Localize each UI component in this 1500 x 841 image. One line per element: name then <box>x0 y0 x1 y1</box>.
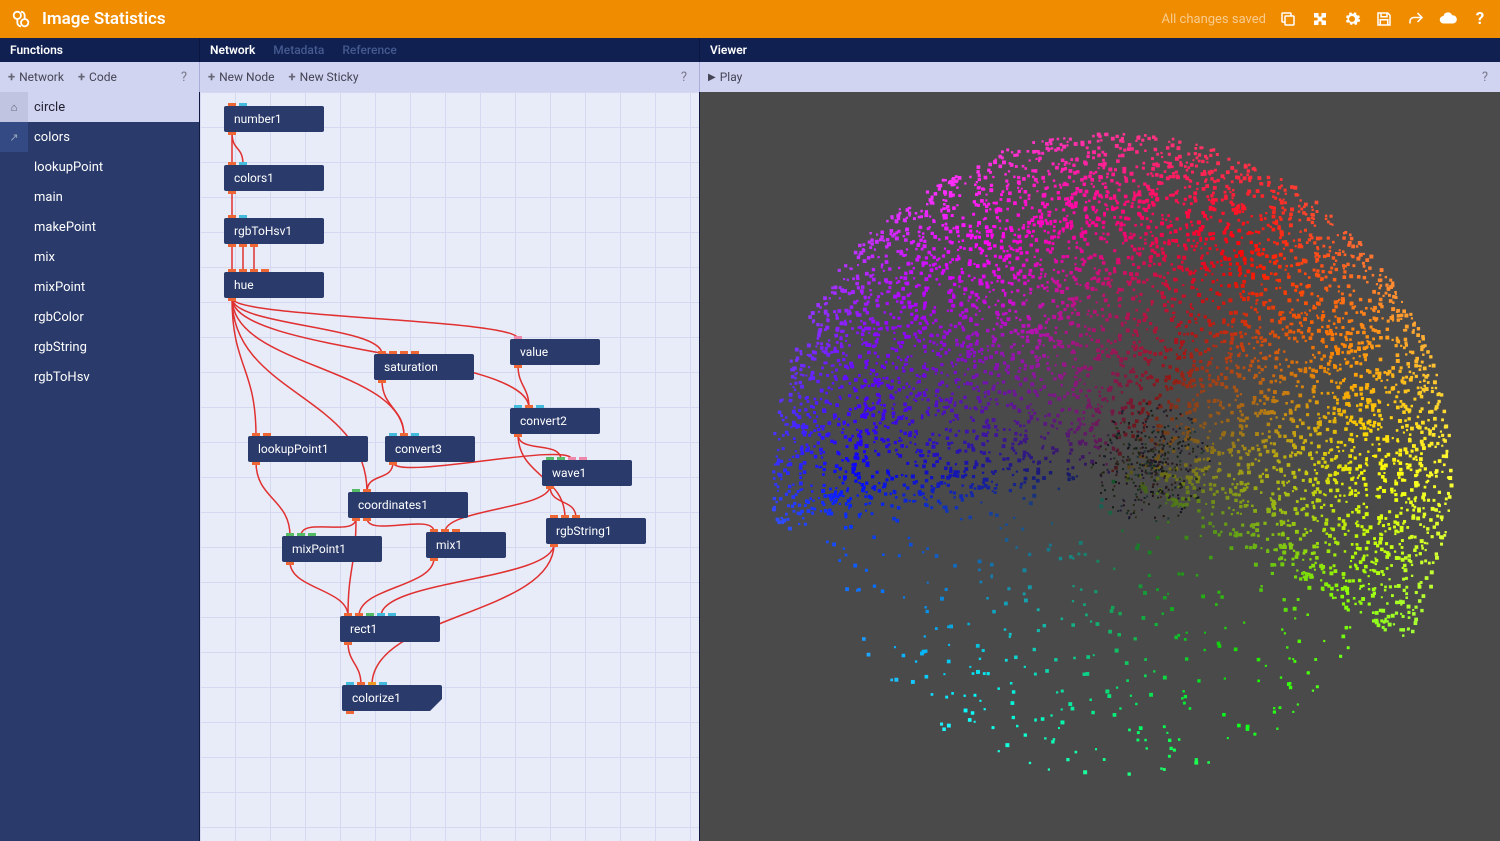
node-label: number1 <box>234 112 282 126</box>
node-label: colors1 <box>234 171 274 185</box>
node-label: wave1 <box>552 466 586 480</box>
app-title: Image Statistics <box>42 9 166 29</box>
save-icon[interactable] <box>1374 9 1394 29</box>
functions-panel: ⌂ circle ↗ colors lookupPoint main makePoint mi… <box>0 92 200 841</box>
function-label: main <box>34 190 63 205</box>
tab-metadata[interactable]: Metadata <box>273 43 324 57</box>
function-item-circle[interactable]: ⌂ circle <box>0 92 199 122</box>
node-label: value <box>520 345 548 359</box>
plus-icon: + <box>208 70 215 85</box>
function-label: rgbColor <box>34 310 84 325</box>
function-item-rgbString[interactable]: rgbString <box>0 332 199 362</box>
node-label: lookupPoint1 <box>258 442 329 456</box>
function-label: rgbToHsv <box>34 370 90 385</box>
node-colorize1[interactable]: colorize1 <box>342 685 442 711</box>
node-rect1[interactable]: rect1 <box>340 616 440 642</box>
function-label: colors <box>34 130 70 145</box>
function-item-makePoint[interactable]: makePoint <box>0 212 199 242</box>
node-hue[interactable]: hue <box>224 272 324 298</box>
node-convert2[interactable]: convert2 <box>510 408 600 434</box>
puzzle-icon[interactable] <box>1310 9 1330 29</box>
node-convert3[interactable]: convert3 <box>385 436 475 462</box>
function-label: lookupPoint <box>34 160 103 175</box>
function-item-rgbToHsv[interactable]: rgbToHsv <box>0 362 199 392</box>
function-label: mixPoint <box>34 280 85 295</box>
node-label: colorize1 <box>352 691 401 705</box>
node-rgbString1[interactable]: rgbString1 <box>546 518 646 544</box>
share-icon[interactable] <box>1406 9 1426 29</box>
function-item-mixPoint[interactable]: mixPoint <box>0 272 199 302</box>
node-label: coordinates1 <box>358 498 428 512</box>
plus-icon: + <box>8 70 15 85</box>
function-label: makePoint <box>34 220 96 235</box>
functions-list: ⌂ circle ↗ colors lookupPoint main makePoint mi… <box>0 92 199 392</box>
node-canvas: number1 colors1 rgbToHsv1 hue saturation valu… <box>200 92 699 841</box>
node-label: saturation <box>384 360 438 374</box>
node-label: convert3 <box>395 442 442 456</box>
header-actions: ? <box>1278 9 1490 29</box>
node-label: rgbString1 <box>556 524 612 538</box>
function-label: circle <box>34 100 65 115</box>
node-label: convert2 <box>520 414 567 428</box>
node-value[interactable]: value <box>510 339 600 365</box>
functions-help[interactable]: ? <box>177 70 191 85</box>
viewer-canvas <box>700 92 1500 841</box>
node-label: mixPoint1 <box>292 542 346 556</box>
function-item-lookupPoint[interactable]: lookupPoint <box>0 152 199 182</box>
plus-icon: + <box>289 70 296 85</box>
external-icon: ↗ <box>0 122 28 152</box>
node-colors1[interactable]: colors1 <box>224 165 324 191</box>
network-panel[interactable]: number1 colors1 rgbToHsv1 hue saturation valu… <box>200 92 700 841</box>
node-label: hue <box>234 278 254 292</box>
viewer-panel[interactable] <box>700 92 1500 841</box>
plus-icon: + <box>78 70 85 85</box>
help-icon[interactable]: ? <box>1470 9 1490 29</box>
panel-tabs: Functions Network Metadata Reference Vie… <box>0 38 1500 62</box>
saved-status: All changes saved <box>1162 12 1267 27</box>
node-label: rect1 <box>350 622 377 636</box>
node-rgbToHsv1[interactable]: rgbToHsv1 <box>224 218 324 244</box>
tab-viewer[interactable]: Viewer <box>710 43 747 57</box>
new-network-button[interactable]: +Network <box>8 70 64 85</box>
node-saturation[interactable]: saturation <box>374 354 474 380</box>
node-coordinates1[interactable]: coordinates1 <box>348 492 468 518</box>
toolbar: +Network +Code ? +New Node +New Sticky ?… <box>0 62 1500 92</box>
node-label: rgbToHsv1 <box>234 224 292 238</box>
function-label: rgbString <box>34 340 87 355</box>
network-help[interactable]: ? <box>677 70 691 85</box>
function-item-rgbColor[interactable]: rgbColor <box>0 302 199 332</box>
play-button[interactable]: ▶Play <box>708 70 742 84</box>
node-mixPoint1[interactable]: mixPoint1 <box>282 536 382 562</box>
new-code-button[interactable]: +Code <box>78 70 117 85</box>
node-number1[interactable]: number1 <box>224 106 324 132</box>
node-lookupPoint1[interactable]: lookupPoint1 <box>248 436 368 462</box>
node-mix1[interactable]: mix1 <box>426 532 506 558</box>
tab-reference[interactable]: Reference <box>342 43 396 57</box>
gear-icon[interactable] <box>1342 9 1362 29</box>
copy-icon[interactable] <box>1278 9 1298 29</box>
tab-functions[interactable]: Functions <box>10 43 63 57</box>
tab-network[interactable]: Network <box>210 43 255 57</box>
function-item-main[interactable]: main <box>0 182 199 212</box>
new-sticky-button[interactable]: +New Sticky <box>289 70 359 85</box>
node-label: mix1 <box>436 538 462 552</box>
function-item-colors[interactable]: ↗ colors <box>0 122 199 152</box>
play-icon: ▶ <box>708 72 716 83</box>
logo-icon <box>10 8 32 30</box>
node-wave1[interactable]: wave1 <box>542 460 632 486</box>
viewer-help[interactable]: ? <box>1478 70 1492 85</box>
function-item-mix[interactable]: mix <box>0 242 199 272</box>
function-label: mix <box>34 250 55 265</box>
cloud-icon[interactable] <box>1438 9 1458 29</box>
new-node-button[interactable]: +New Node <box>208 70 275 85</box>
app-header: Image Statistics All changes saved ? <box>0 0 1500 38</box>
home-icon: ⌂ <box>0 92 28 122</box>
